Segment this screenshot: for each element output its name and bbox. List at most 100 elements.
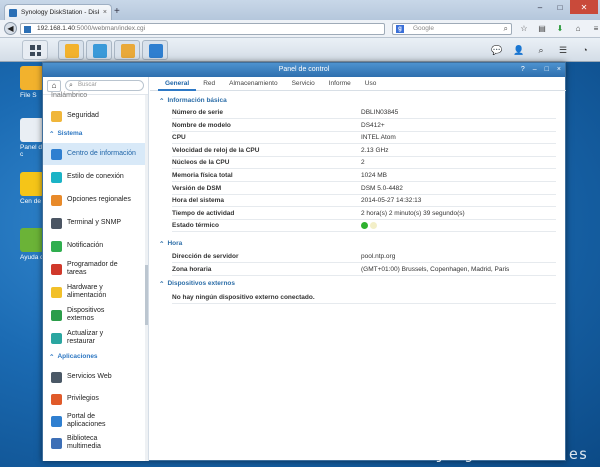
- tab-almacenamiento[interactable]: Almacenamiento: [222, 77, 284, 91]
- sidebar-item-chat[interactable]: Notificación: [43, 235, 145, 257]
- menu-icon[interactable]: ≡: [590, 23, 600, 35]
- sidebar-item-security[interactable]: Seguridad: [43, 105, 145, 127]
- usb-icon: [51, 309, 62, 321]
- minimize-icon[interactable]: –: [533, 63, 537, 77]
- home-icon[interactable]: ⌂: [47, 79, 61, 92]
- folder-icon: [20, 66, 44, 90]
- sidebar-item-label: Terminal y SNMP: [67, 219, 122, 226]
- back-arrow-icon[interactable]: ◀: [4, 22, 17, 35]
- control-panel-window: Panel de control ? – □ × ⌂ ⌕ Buscar Inal…: [42, 62, 566, 461]
- sidebar-item-wireless[interactable]: Inalámbrico: [43, 91, 145, 101]
- calendar-icon: [51, 263, 62, 275]
- download-icon[interactable]: ⬇: [554, 23, 566, 35]
- info-value: [361, 222, 379, 230]
- media-icon: [51, 437, 62, 449]
- sidebar-item-web[interactable]: Servicios Web: [43, 366, 145, 388]
- sidebar-item-palette[interactable]: Estilo de conexión: [43, 166, 145, 188]
- section-sistema[interactable]: ⌃ Sistema: [49, 130, 82, 138]
- portal-icon: [51, 415, 62, 427]
- sidebar-item-label: Actualizar y restaurar: [67, 330, 104, 345]
- info-row: Número de serie DBLIN03845: [172, 107, 556, 119]
- tab-servicio[interactable]: Servicio: [285, 77, 322, 91]
- bookmarks-icon[interactable]: ▤: [536, 23, 548, 35]
- info-row: Estado térmico: [172, 220, 556, 233]
- taskbar-app-1[interactable]: [58, 40, 84, 60]
- info-value: 1024 MB: [361, 172, 388, 179]
- sidebar-item-privileges[interactable]: Privilegios: [43, 388, 145, 410]
- sidebar-item-info[interactable]: Centro de información: [43, 143, 145, 165]
- help-icon[interactable]: ?: [521, 63, 525, 77]
- sidebar-item-portal[interactable]: Portal de aplicaciones: [43, 410, 145, 432]
- info-row: Memoria física total 1024 MB: [172, 170, 556, 182]
- tab-title: Synology DiskStation - DiskSt...: [21, 9, 99, 16]
- info-row: Tiempo de actividad 2 hora(s) 2 minuto(s)…: [172, 208, 556, 220]
- chat-icon: [51, 240, 62, 252]
- browser-search-input[interactable]: g Google ⌕: [392, 23, 512, 35]
- taskbar-app-3[interactable]: [114, 40, 140, 60]
- dsm-tray: 💬 👤 ⌕ ☰ ◔: [490, 43, 592, 57]
- taskbar-app-4[interactable]: [142, 40, 168, 60]
- home-icon[interactable]: ⌂: [572, 23, 584, 35]
- window-titlebar[interactable]: Panel de control ? – □ ×: [43, 63, 565, 77]
- sidebar-item-terminal[interactable]: Terminal y SNMP: [43, 212, 145, 234]
- minimize-icon[interactable]: –: [530, 0, 550, 14]
- maximize-icon[interactable]: □: [545, 63, 549, 77]
- info-row: Versión de DSM DSM 5.0-4482: [172, 183, 556, 195]
- info-value: 2.13 GHz: [361, 146, 389, 154]
- sidebar-item-calendar[interactable]: Programador de tareas: [43, 258, 145, 280]
- tab-uso[interactable]: Uso: [358, 77, 384, 91]
- maximize-icon[interactable]: □: [550, 0, 570, 14]
- chevron-down-icon: ⌃: [49, 354, 55, 361]
- site-favicon-icon: [24, 26, 31, 33]
- browser-tab[interactable]: Synology DiskStation - DiskSt... ×: [4, 4, 112, 20]
- browser-toolbar-icons: ☆ ▤ ⬇ ⌂ ≡: [518, 23, 600, 35]
- sidebar-item-usb[interactable]: Dispositivos externos: [43, 304, 145, 326]
- watermark: jorgedelacruz.es: [435, 445, 588, 463]
- section-aplicaciones[interactable]: ⌃ Aplicaciones: [49, 353, 98, 361]
- search-icon[interactable]: ⌕: [534, 43, 548, 57]
- url-bar[interactable]: 192.168.1.40:5000/webman/index.cgi: [20, 23, 385, 35]
- search-icon[interactable]: ⌕: [504, 24, 508, 34]
- info-value: (GMT+01:00) Brussels, Copenhagen, Madrid…: [361, 265, 510, 273]
- close-tab-icon[interactable]: ×: [103, 9, 107, 16]
- refresh-icon: [51, 332, 62, 344]
- info-label: Memoria física total: [172, 172, 233, 179]
- thermal-status-dot-icon: [370, 222, 377, 230]
- section-basic-info[interactable]: ⌃ Información básica: [159, 97, 227, 105]
- sidebar-item-label: Opciones regionales: [67, 196, 131, 203]
- user-icon[interactable]: 👤: [512, 43, 526, 57]
- sidebar-item-refresh[interactable]: Actualizar y restaurar: [43, 327, 145, 349]
- star-icon[interactable]: ☆: [518, 23, 530, 35]
- section-time[interactable]: ⌃ Hora: [159, 240, 182, 248]
- window-title-controls: ? – □ ×: [521, 63, 561, 77]
- tab-red[interactable]: Red: [196, 77, 222, 91]
- info-row: CPU INTEL Atom: [172, 132, 556, 145]
- main-menu-button[interactable]: [22, 40, 48, 60]
- url-host: 192.168.1.40: [37, 25, 75, 32]
- sidebar-item-bulb[interactable]: Hardware y alimentación: [43, 281, 145, 303]
- resource-monitor-icon[interactable]: ◔: [578, 43, 592, 57]
- sidebar-search-input[interactable]: ⌕ Buscar: [65, 80, 144, 91]
- close-icon[interactable]: ×: [557, 63, 561, 77]
- info-row: Núcleos de la CPU 2: [172, 157, 556, 170]
- close-window-icon[interactable]: ✕: [570, 0, 598, 14]
- synology-favicon-icon: [9, 8, 17, 17]
- sidebar-item-clock[interactable]: Opciones regionales: [43, 189, 145, 211]
- chat-icon[interactable]: 💬: [490, 43, 504, 57]
- new-tab-button[interactable]: +: [114, 6, 120, 17]
- sidebar-item-label: Servicios Web: [67, 373, 112, 380]
- taskbar-app-2[interactable]: [86, 40, 112, 60]
- sidebar-scrollbar[interactable]: [145, 95, 148, 461]
- info-value: 2014-05-27 14:32:13: [361, 197, 422, 205]
- tab-informe[interactable]: Informe: [322, 77, 358, 91]
- info-label: Tiempo de actividad: [172, 209, 235, 217]
- sidebar-item-media[interactable]: Biblioteca multimedia: [43, 432, 145, 454]
- bulb-icon: [51, 286, 62, 298]
- options-icon[interactable]: ☰: [556, 43, 570, 57]
- sidebar: ⌂ ⌕ Buscar Inalámbrico Seguridad ⌃ Siste…: [43, 77, 149, 461]
- info-value: INTEL Atom: [361, 134, 396, 142]
- control-panel-icon: [20, 118, 44, 142]
- tab-general[interactable]: General: [158, 77, 197, 91]
- info-label: Nombre de modelo: [172, 121, 231, 129]
- section-external-devices[interactable]: ⌃ Dispositivos externos: [159, 280, 235, 288]
